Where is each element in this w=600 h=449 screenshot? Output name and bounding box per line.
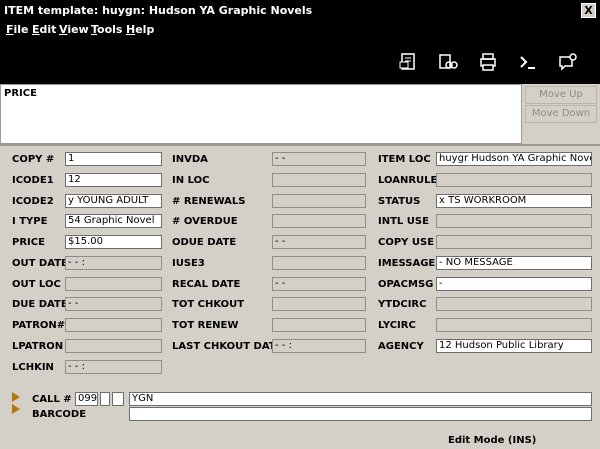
imessage-field[interactable]: - NO MESSAGE [436,256,592,270]
window-title: ITEM template: huygn: Hudson YA Graphic … [4,4,313,17]
renewals-label: # RENEWALS [172,196,246,207]
overdue-field[interactable] [272,214,366,228]
menu-help[interactable]: Help [126,23,154,36]
agency-field[interactable]: 12 Hudson Public Library [436,339,592,353]
lycirc-field[interactable] [436,318,592,332]
menu-edit[interactable]: Edit [32,23,56,36]
copy-use-label: COPY USE [378,237,435,248]
intl-use-label: INTL USE [378,216,429,227]
iuse3-field[interactable] [272,256,366,270]
toolbar [0,38,600,84]
record-icon[interactable] [397,51,419,73]
call-num-value-field[interactable]: YGN [129,392,592,406]
command-prompt-icon[interactable] [517,51,539,73]
lycirc-label: LYCIRC [378,320,416,331]
edit-mode-status: Edit Mode (INS) [448,435,537,446]
imessage-label: IMESSAGE [378,258,436,269]
opacmsg-label: OPACMSG [378,279,434,290]
in-loc-field[interactable] [272,173,366,187]
loanrule-field[interactable] [436,173,592,187]
call-row-arrow-icon [12,392,20,402]
call-num-indicator1-field[interactable] [100,392,110,406]
patron-num-label: PATRON# [12,320,66,331]
patron-num-field[interactable] [65,318,162,332]
item-template-window: ITEM template: huygn: Hudson YA Graphic … [0,0,600,449]
print-icon[interactable] [477,51,499,73]
copy-use-field[interactable] [436,235,592,249]
menu-view[interactable]: View [59,23,89,36]
close-button[interactable]: X [581,3,596,18]
loanrule-label: LOANRULE [378,175,438,186]
recal-date-field[interactable]: - - [272,277,366,291]
iuse3-label: IUSE3 [172,258,205,269]
item-loc-label: ITEM LOC [378,154,431,165]
price-field[interactable]: $15.00 [65,235,162,249]
odue-date-field[interactable]: - - [272,235,366,249]
copy-num-label: COPY # [12,154,55,165]
invda-label: INVDA [172,154,208,165]
opacmsg-field[interactable]: - [436,277,592,291]
tot-chkout-field[interactable] [272,297,366,311]
copy-num-field[interactable]: 1 [65,152,162,166]
message-icon[interactable] [557,51,579,73]
price-label: PRICE [12,237,45,248]
panel-divider [0,144,600,146]
call-num-label: CALL # [32,394,72,405]
icode1-label: ICODE1 [12,175,54,186]
call-num-indicator2-field[interactable] [112,392,124,406]
price-area-label: PRICE [4,88,37,99]
out-date-label: OUT DATE [12,258,68,269]
out-date-field[interactable]: - - : [65,256,162,270]
lchkin-field[interactable]: - - : [65,360,162,374]
barcode-value-field[interactable] [129,407,592,421]
overdue-label: # OVERDUE [172,216,238,227]
item-loc-field[interactable]: huygr Hudson YA Graphic Novels [436,152,592,166]
last-chkout-date-label: LAST CHKOUT DATE [172,341,283,352]
recal-date-label: RECAL DATE [172,279,241,290]
menu-bar: File Edit View Tools Help [0,21,600,38]
itype-field[interactable]: 54 Graphic Novel [65,214,162,228]
barcode-label: BARCODE [32,409,87,420]
intl-use-field[interactable] [436,214,592,228]
icode2-field[interactable]: y YOUNG ADULT [65,194,162,208]
price-field-area[interactable]: PRICE [0,84,522,144]
due-date-field[interactable]: - - [65,297,162,311]
menu-tools[interactable]: Tools [91,23,122,36]
icode2-label: ICODE2 [12,196,54,207]
agency-label: AGENCY [378,341,424,352]
move-up-button[interactable]: Move Up [525,86,597,104]
tot-renew-field[interactable] [272,318,366,332]
in-loc-label: IN LOC [172,175,210,186]
ytdcirc-label: YTDCIRC [378,299,427,310]
binoculars-icon[interactable] [437,51,459,73]
lpatron-field[interactable] [65,339,162,353]
move-down-button[interactable]: Move Down [525,105,597,123]
tot-renew-label: TOT RENEW [172,320,239,331]
invda-field[interactable]: - - [272,152,366,166]
call-num-tag-field[interactable]: 099 [75,392,98,406]
due-date-label: DUE DATE [12,299,68,310]
renewals-field[interactable] [272,194,366,208]
tot-chkout-label: TOT CHKOUT [172,299,245,310]
title-bar: ITEM template: huygn: Hudson YA Graphic … [0,0,600,21]
ytdcirc-field[interactable] [436,297,592,311]
last-chkout-date-field[interactable]: - - : [272,339,366,353]
menu-file[interactable]: File [6,23,29,36]
lchkin-label: LCHKIN [12,362,54,373]
odue-date-label: ODUE DATE [172,237,237,248]
status-label: STATUS [378,196,421,207]
itype-label: I TYPE [12,216,48,227]
move-button-panel: Move Up Move Down [522,84,600,144]
barcode-row-arrow-icon [12,404,20,414]
status-field[interactable]: x TS WORKROOM [436,194,592,208]
icode1-field[interactable]: 12 [65,173,162,187]
lpatron-label: LPATRON [12,341,64,352]
out-loc-field[interactable] [65,277,162,291]
out-loc-label: OUT LOC [12,279,61,290]
